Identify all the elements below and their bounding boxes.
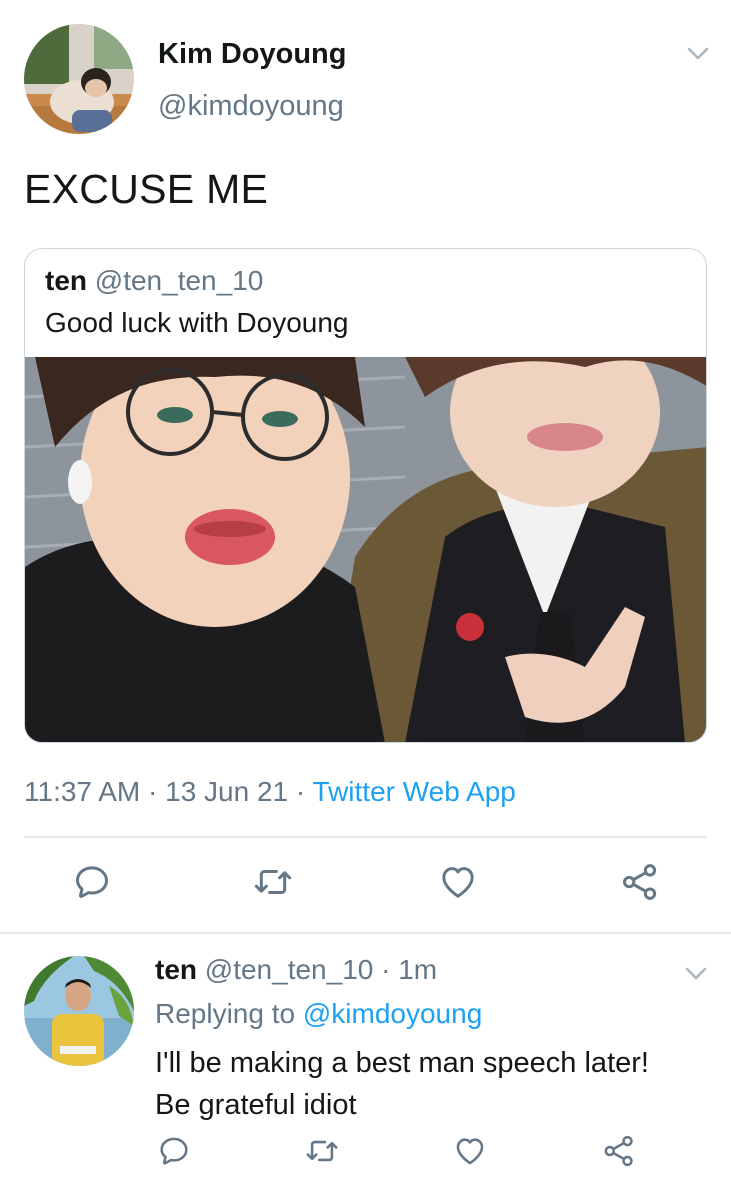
share-icon[interactable] — [620, 862, 660, 902]
reply-icon[interactable] — [157, 1134, 191, 1168]
quoted-tweet-card[interactable]: ten @ten_ten_10 Good luck with Doyoung — [24, 248, 707, 743]
reply-author-handle[interactable]: @ten_ten_10 — [205, 954, 374, 985]
heart-icon[interactable] — [438, 862, 478, 902]
quoted-author-handle: @ten_ten_10 — [94, 265, 264, 296]
chevron-down-icon[interactable] — [684, 44, 712, 64]
reply-header: ten @ten_ten_10 · 1m — [155, 954, 437, 986]
author-avatar[interactable] — [24, 24, 134, 134]
reply-icon[interactable] — [72, 862, 112, 902]
tweet-time: 11:37 AM — [24, 776, 141, 807]
reply-separator: · — [381, 954, 391, 985]
retweet-icon[interactable] — [253, 862, 293, 902]
retweet-icon[interactable] — [305, 1134, 339, 1168]
tweet-date: 13 Jun 21 — [165, 776, 289, 807]
replying-to: Replying to @kimdoyoung — [155, 998, 482, 1030]
reply-author-name[interactable]: ten — [155, 954, 197, 985]
main-tweet: Kim Doyoung @kimdoyoung EXCUSE ME ten @t… — [0, 0, 731, 932]
replying-to-label: Replying to — [155, 998, 296, 1029]
heart-icon[interactable] — [453, 1134, 487, 1168]
reply-time[interactable]: 1m — [398, 954, 437, 985]
replying-to-mention[interactable]: @kimdoyoung — [303, 998, 482, 1029]
reply-tweet[interactable]: ten @ten_ten_10 · 1m Replying to @kimdoy… — [0, 934, 731, 1200]
tweet-source-link[interactable]: Twitter Web App — [313, 776, 516, 807]
reply-text: I'll be making a best man speech later! … — [155, 1042, 649, 1126]
meta-separator: · — [148, 776, 158, 807]
author-handle[interactable]: @kimdoyoung — [158, 90, 344, 123]
chevron-down-icon[interactable] — [682, 964, 710, 984]
divider — [24, 836, 707, 838]
quoted-tweet-header: ten @ten_ten_10 — [45, 265, 263, 297]
tweet-meta: 11:37 AM · 13 Jun 21 · Twitter Web App — [24, 776, 516, 808]
quoted-author-name: ten — [45, 265, 87, 296]
quoted-tweet-text: Good luck with Doyoung — [45, 307, 349, 338]
tweet-text: EXCUSE ME — [24, 166, 269, 212]
reply-author-avatar[interactable] — [24, 956, 134, 1066]
author-name[interactable]: Kim Doyoung — [158, 38, 347, 71]
reply-text-line: I'll be making a best man speech later! — [155, 1047, 649, 1079]
meta-separator: · — [295, 776, 306, 807]
reply-text-line: Be grateful idiot — [155, 1089, 357, 1121]
share-icon[interactable] — [602, 1134, 636, 1168]
quoted-tweet-photo[interactable] — [25, 357, 706, 742]
